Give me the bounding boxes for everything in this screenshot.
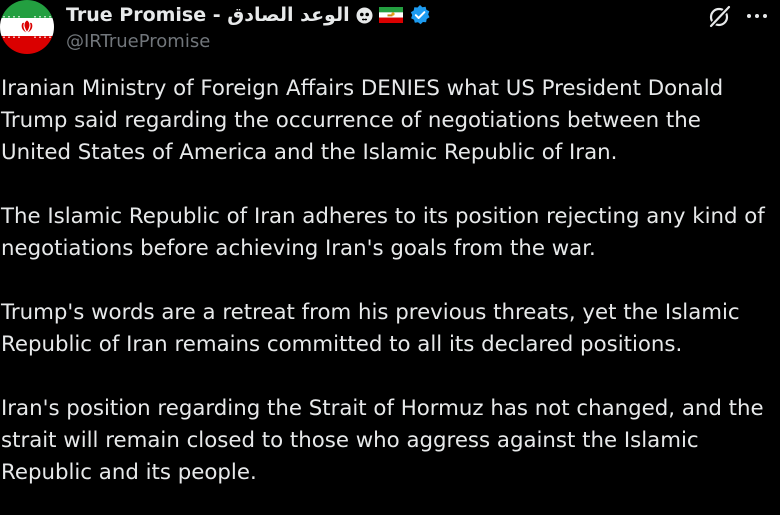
author-handle[interactable]: @IRTruePromise [66,31,210,52]
iran-lion-sun-flag-icon [378,7,403,23]
post-paragraph: Iranian Ministry of Foreign Affairs DENI… [1,76,724,165]
author-name-row[interactable]: True Promise - الوعد الصادق [66,2,431,28]
more-options-icon[interactable] [742,4,772,28]
verified-badge-icon[interactable] [409,4,431,26]
avatar[interactable] [0,0,54,54]
more-dot [747,14,751,18]
post-paragraph: Iran's position regarding the Strait of … [1,396,764,485]
author-display-name[interactable]: True Promise - الوعد الصادق [66,4,350,26]
post-body: Iranian Ministry of Foreign Affairs DENI… [1,73,777,515]
more-dot [755,14,759,18]
post-paragraph: Trump's words are a retreat from his pre… [1,300,740,357]
post-header: True Promise - الوعد الصادق @IRTruePromi… [0,0,780,62]
grok-icon[interactable] [707,3,733,29]
post-paragraph: The Islamic Republic of Iran adheres to … [1,204,765,261]
skull-icon [356,7,373,24]
more-dot [763,14,767,18]
post-card: True Promise - الوعد الصادق @IRTruePromi… [0,0,780,515]
iran-flag-avatar-icon [0,0,54,54]
